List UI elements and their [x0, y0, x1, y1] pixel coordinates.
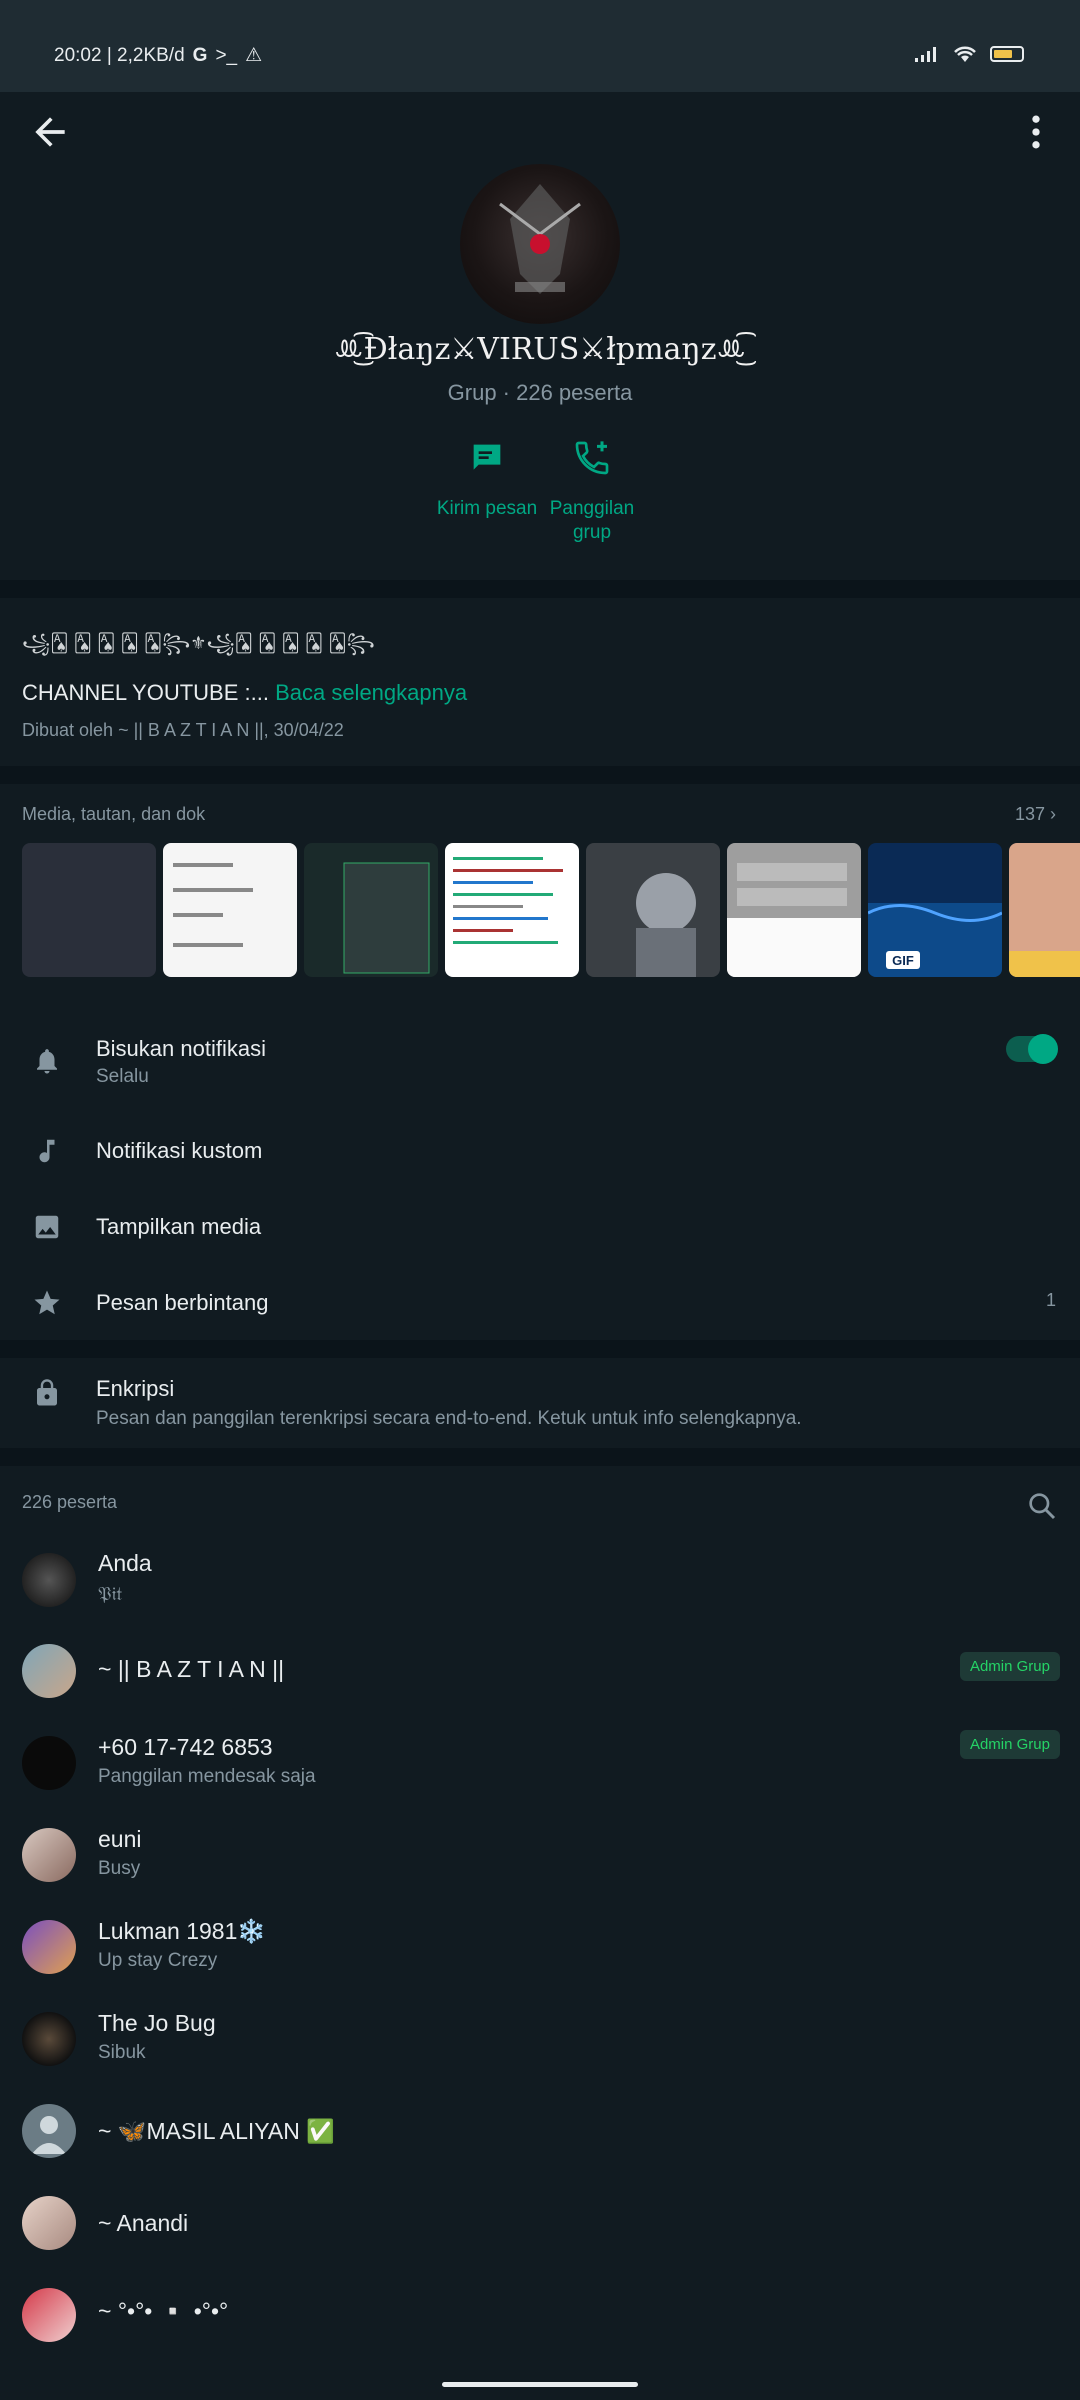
- created-by: Dibuat oleh ~ || B A Z T I A N ||, 30/04…: [22, 720, 344, 740]
- more-options-icon[interactable]: [1014, 110, 1058, 154]
- star-icon: [34, 1290, 60, 1315]
- custom-notifications-title[interactable]: Notifikasi kustom: [96, 1138, 262, 1164]
- member-name: ~ 🦋MASIL ALIYAN ✅: [98, 2118, 335, 2144]
- image-icon: [35, 1215, 59, 1239]
- starred-messages-title[interactable]: Pesan berbintang: [96, 1290, 268, 1316]
- add-call-icon: [575, 441, 609, 475]
- signal-icon: [915, 47, 936, 62]
- media-thumb[interactable]: [304, 843, 438, 977]
- media-thumb[interactable]: [586, 843, 720, 977]
- status-right: [914, 44, 1024, 64]
- member-row[interactable]: ~ 🦋MASIL ALIYAN ✅: [0, 2090, 1080, 2180]
- navigation-bar: [0, 2356, 1080, 2400]
- member-row[interactable]: Lukman 1981❄️ Up stay Crezy: [0, 1906, 1080, 1996]
- member-name: The Jo Bug: [98, 2010, 216, 2036]
- media-thumb[interactable]: [22, 843, 156, 977]
- read-more-link[interactable]: Baca selengkapnya: [275, 680, 467, 705]
- media-thumb[interactable]: GIF: [868, 843, 1002, 977]
- encryption-section[interactable]: [0, 1358, 1080, 1448]
- avatar: [22, 1920, 76, 1974]
- starred-count: 1: [1045, 1290, 1056, 1310]
- admin-badge: Admin Grup: [959, 1652, 1060, 1681]
- status-time: 20:02 | 2,2KB/d: [54, 44, 185, 66]
- member-row[interactable]: euni Busy: [0, 1814, 1080, 1904]
- message-icon: [473, 444, 501, 470]
- media-thumb[interactable]: [1009, 843, 1080, 977]
- send-message-label: Kirim pesan: [436, 498, 538, 519]
- member-name: ~ || B A Z T I A N ||: [98, 1656, 285, 1682]
- member-status: Busy: [98, 1858, 141, 1879]
- member-name: +60 17-742 6853: [98, 1734, 273, 1760]
- admin-badge: Admin Grup: [959, 1730, 1060, 1759]
- member-name: Lukman 1981❄️: [98, 1918, 267, 1944]
- avatar: [22, 2288, 76, 2342]
- search-icon[interactable]: [1026, 1490, 1058, 1522]
- member-name: ~ °•°• ▫️ •°•°: [98, 2298, 229, 2324]
- description-fancy-line: ꧁🂡 🂡 🂡 🂡 🂡꧂⚜꧁🂡 🂡 🂡 🂡 🂡꧂: [22, 633, 375, 653]
- member-status: Sibuk: [98, 2042, 146, 2063]
- mute-notifications-title[interactable]: Bisukan notifikasi: [96, 1036, 266, 1062]
- media-count[interactable]: 137 ›: [1015, 804, 1056, 825]
- bell-icon: [37, 1049, 57, 1074]
- group-call-button[interactable]: Panggilan grup: [532, 438, 652, 545]
- avatar: [22, 1644, 76, 1698]
- member-status: Up stay Crezy: [98, 1950, 218, 1971]
- avatar: [22, 2196, 76, 2250]
- avatar: [22, 2104, 76, 2158]
- group-call-label: Panggilan grup: [549, 498, 635, 543]
- member-status: Panggilan mendesak saja: [98, 1766, 316, 1787]
- group-avatar[interactable]: [460, 164, 620, 324]
- member-row[interactable]: Anda 𝔓𝔦𝔱: [0, 1534, 1080, 1624]
- member-row[interactable]: ~ °•°• ▫️ •°•°: [0, 2274, 1080, 2364]
- mute-notifications-subtitle: Selalu: [96, 1066, 149, 1087]
- avatar: [22, 1553, 76, 1607]
- group-name: ꔛ͜͡Ɖłaŋz⚔VIRUS⚔łpmaŋzꔛ͜͡: [333, 332, 747, 367]
- show-media-title[interactable]: Tampilkan media: [96, 1214, 261, 1240]
- music-note-icon: [39, 1139, 55, 1163]
- member-name: ~ Anandi: [98, 2210, 189, 2236]
- warning-icon: ⚠: [245, 45, 263, 66]
- wifi-icon: [954, 46, 976, 62]
- member-row[interactable]: ~ || B A Z T I A N || Admin Grup: [0, 1624, 1080, 1714]
- avatar: [22, 1828, 76, 1882]
- gesture-handle[interactable]: [442, 2382, 638, 2387]
- google-g-icon: G: [192, 44, 208, 66]
- battery-icon: [990, 46, 1024, 62]
- group-subtitle: Grup · 226 peserta: [447, 380, 633, 405]
- member-row[interactable]: The Jo Bug Sibuk: [0, 1998, 1080, 2088]
- description-body: CHANNEL YOUTUBE :...: [22, 680, 276, 705]
- member-status: 𝔓𝔦𝔱: [98, 1584, 123, 1605]
- status-left: 20:02 | 2,2KB/d G >_ ⚠: [54, 44, 262, 67]
- media-label[interactable]: Media, tautan, dan dok: [22, 804, 205, 825]
- lock-icon: [37, 1379, 57, 1406]
- member-name: Anda: [98, 1550, 152, 1576]
- status-bar: 20:02 | 2,2KB/d G >_ ⚠: [0, 0, 1080, 92]
- send-message-button[interactable]: Kirim pesan: [427, 438, 547, 521]
- member-row[interactable]: +60 17-742 6853 Panggilan mendesak saja …: [0, 1722, 1080, 1812]
- gif-badge: GIF: [892, 953, 914, 968]
- media-thumb[interactable]: [727, 843, 861, 977]
- back-arrow-icon[interactable]: [28, 110, 72, 154]
- avatar: [22, 1736, 76, 1790]
- member-row[interactable]: ~ Anandi: [0, 2182, 1080, 2272]
- members-count-label: 226 peserta: [22, 1492, 118, 1512]
- media-count-value: 137: [1014, 804, 1045, 824]
- encryption-title: Enkripsi: [96, 1376, 175, 1401]
- member-name: euni: [98, 1826, 142, 1852]
- encryption-subtitle: Pesan dan panggilan terenkripsi secara e…: [96, 1408, 802, 1429]
- terminal-icon: >_: [215, 44, 238, 66]
- mute-toggle[interactable]: [1006, 1034, 1058, 1064]
- media-thumb[interactable]: [163, 843, 297, 977]
- description-text: CHANNEL YOUTUBE :... Baca selengkapnya: [22, 680, 467, 706]
- avatar: [22, 2012, 76, 2066]
- chevron-right-icon: ›: [1050, 804, 1056, 824]
- default-avatar-icon: [32, 2116, 66, 2154]
- media-thumb[interactable]: [445, 843, 579, 977]
